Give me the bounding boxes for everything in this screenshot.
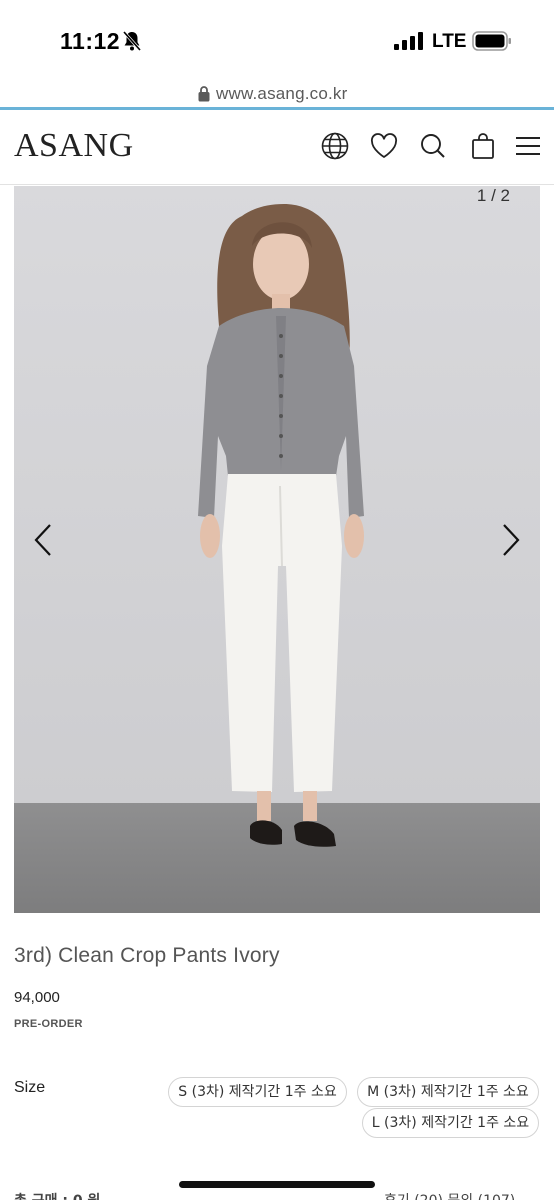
image-counter: 1 / 2 xyxy=(476,186,510,205)
lock-icon xyxy=(198,86,210,102)
previous-image-arrow-icon[interactable] xyxy=(32,522,54,558)
product-photo xyxy=(14,186,540,913)
browser-url-bar[interactable]: www.asang.co.kr xyxy=(0,82,554,109)
url-text: www.asang.co.kr xyxy=(216,84,348,103)
purchase-summary-bar: 총 구매 : 0 원 후기 (20) 문의 (107) xyxy=(0,1186,554,1200)
size-option-s[interactable]: S (3차) 제작기간 1주 소요 xyxy=(168,1077,347,1107)
battery-icon xyxy=(472,31,511,51)
site-header: ASANG xyxy=(0,110,554,185)
bell-muted-icon xyxy=(122,31,142,51)
product-image-carousel[interactable]: 1 / 2 xyxy=(14,186,540,913)
search-icon[interactable] xyxy=(419,132,447,160)
next-image-arrow-icon[interactable] xyxy=(500,522,522,558)
status-bar: 11:12 LTE xyxy=(0,0,554,82)
size-option-m[interactable]: M (3차) 제작기간 1주 소요 xyxy=(357,1077,539,1107)
size-option-l[interactable]: L (3차) 제작기간 1주 소요 xyxy=(362,1108,539,1138)
size-label: Size xyxy=(14,1079,46,1096)
home-indicator xyxy=(179,1181,375,1188)
product-status-badge: PRE-ORDER xyxy=(14,1018,83,1030)
cellular-signal-icon xyxy=(394,32,423,50)
review-inquiry-tabs[interactable]: 후기 (20) 문의 (107) xyxy=(384,1190,515,1200)
menu-icon[interactable] xyxy=(514,132,542,160)
shopping-bag-icon[interactable] xyxy=(469,132,497,160)
product-price: 94,000 xyxy=(14,989,60,1006)
heart-icon[interactable] xyxy=(370,132,398,160)
total-purchase-text: 총 구매 : 0 원 xyxy=(14,1190,100,1200)
globe-icon[interactable] xyxy=(321,132,349,160)
network-type: LTE xyxy=(432,31,467,52)
site-logo[interactable]: ASANG xyxy=(14,127,134,165)
product-title: 3rd) Clean Crop Pants Ivory xyxy=(14,944,280,967)
status-time: 11:12 xyxy=(60,28,121,54)
